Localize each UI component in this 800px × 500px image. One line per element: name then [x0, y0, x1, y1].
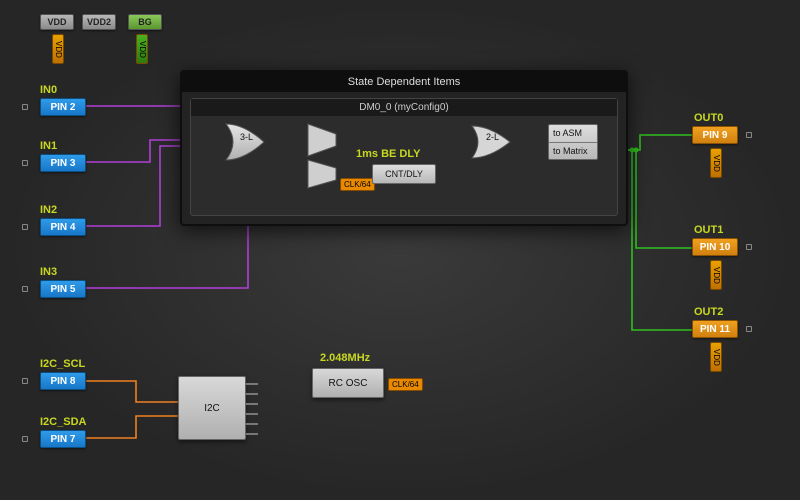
to-matrix-option[interactable]: to Matrix: [549, 143, 597, 160]
osc-freq-label: 2.048MHz: [320, 352, 370, 364]
net-in1: IN1: [40, 140, 57, 152]
vdd2-pin[interactable]: VDD2: [82, 14, 116, 30]
mux2[interactable]: [306, 158, 338, 190]
pin7[interactable]: PIN 7: [40, 430, 86, 448]
out2-vdd-tag: VDD: [710, 342, 722, 372]
pin8[interactable]: PIN 8: [40, 372, 86, 390]
bg-pin[interactable]: BG: [128, 14, 162, 30]
clk64-tag: CLK/64: [340, 178, 375, 191]
port-out0: [746, 132, 752, 138]
output-select[interactable]: to ASM to Matrix: [548, 124, 598, 160]
port-sda: [22, 436, 28, 442]
net-out0: OUT0: [694, 112, 723, 124]
port-out1: [746, 244, 752, 250]
port-in0: [22, 104, 28, 110]
i2c-block[interactable]: I2C: [178, 376, 246, 440]
pin5[interactable]: PIN 5: [40, 280, 86, 298]
net-sda: I2C_SDA: [40, 416, 86, 428]
mux1[interactable]: [306, 122, 338, 158]
port-in1: [22, 160, 28, 166]
schematic-canvas[interactable]: VDD VDD2 BG VDD VDD IN0 PIN 2 IN1 PIN 3 …: [0, 0, 800, 500]
dm0-title: DM0_0 (myConfig0): [191, 99, 617, 116]
pin4[interactable]: PIN 4: [40, 218, 86, 236]
pin10[interactable]: PIN 10: [692, 238, 738, 256]
cnt-dly-block[interactable]: CNT/DLY: [372, 164, 436, 184]
pin11[interactable]: PIN 11: [692, 320, 738, 338]
port-in2: [22, 224, 28, 230]
vdd-tag-icon: VDD: [52, 34, 64, 64]
to-asm-option[interactable]: to ASM: [549, 125, 597, 143]
state-frame-title: State Dependent Items: [182, 72, 626, 92]
rc-osc-block[interactable]: RC OSC: [312, 368, 384, 398]
lut3-label: 3-L: [240, 132, 253, 142]
lut3-gate[interactable]: [222, 122, 278, 162]
port-out2: [746, 326, 752, 332]
net-scl: I2C_SCL: [40, 358, 85, 370]
port-scl: [22, 378, 28, 384]
out1-vdd-tag: VDD: [710, 260, 722, 290]
net-out2: OUT2: [694, 306, 723, 318]
out0-vdd-tag: VDD: [710, 148, 722, 178]
delay-label: 1ms BE DLY: [356, 148, 420, 160]
port-in3: [22, 286, 28, 292]
net-in2: IN2: [40, 204, 57, 216]
pin2[interactable]: PIN 2: [40, 98, 86, 116]
lut2-label: 2-L: [486, 132, 499, 142]
net-in3: IN3: [40, 266, 57, 278]
net-in0: IN0: [40, 84, 57, 96]
bg-tag-icon: VDD: [136, 34, 148, 64]
net-out1: OUT1: [694, 224, 723, 236]
lut2-gate[interactable]: [468, 124, 522, 160]
osc-clk64-tag: CLK/64: [388, 378, 423, 391]
vdd-pin[interactable]: VDD: [40, 14, 74, 30]
pin9[interactable]: PIN 9: [692, 126, 738, 144]
pin3[interactable]: PIN 3: [40, 154, 86, 172]
i2c-pins-icon: [246, 378, 266, 438]
